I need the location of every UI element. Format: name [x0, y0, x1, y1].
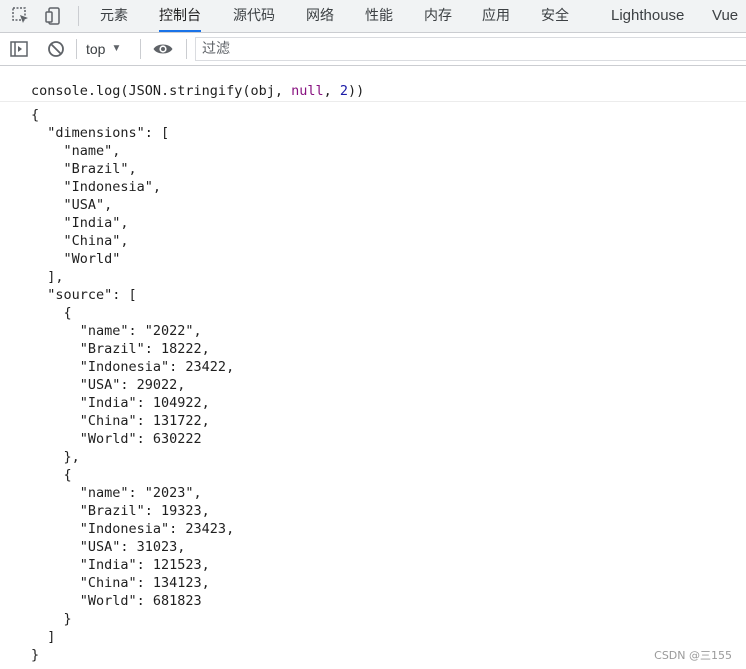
show-sidebar-icon[interactable]: [8, 38, 30, 60]
output-line: "India",: [31, 215, 129, 231]
output-line: "World": 681823: [31, 593, 202, 609]
output-line: },: [31, 449, 80, 465]
tab-network[interactable]: 网络: [306, 0, 334, 32]
context-selector-value: top: [86, 41, 106, 57]
command-null-keyword: null: [291, 83, 324, 99]
tab-console[interactable]: 控制台: [159, 0, 201, 32]
tab-security[interactable]: 安全: [541, 0, 569, 32]
output-line: {: [31, 107, 40, 123]
chevron-down-icon: ▼: [111, 43, 122, 54]
console-output[interactable]: console.log(JSON.stringify(obj, null, 2)…: [0, 66, 746, 669]
output-line: "Indonesia": 23423,: [31, 521, 235, 537]
watermark: CSDN @三155: [654, 649, 732, 662]
filter-box: [195, 37, 746, 61]
output-line: "USA": 31023,: [31, 539, 186, 555]
tab-elements[interactable]: 元素: [100, 0, 128, 32]
output-line: "name": "2023",: [31, 485, 202, 501]
command-prefix: console.log(JSON.stringify(obj,: [31, 83, 292, 99]
command-comma: ,: [323, 83, 340, 99]
output-line: "China": 134123,: [31, 575, 210, 591]
output-line: "name": "2022",: [31, 323, 202, 339]
tab-vue[interactable]: Vue: [712, 0, 738, 32]
console-toolbar: top ▼: [0, 33, 746, 66]
tab-performance[interactable]: 性能: [365, 0, 393, 32]
output-line: ]: [31, 629, 56, 645]
command-suffix: )): [348, 83, 365, 99]
toolbar-separator: [76, 39, 77, 59]
output-line: "USA",: [31, 197, 113, 213]
console-command-text: console.log(JSON.stringify(obj, null, 2)…: [31, 82, 364, 100]
output-line: "Indonesia": 23422,: [31, 359, 235, 375]
console-command-entry: console.log(JSON.stringify(obj, null, 2)…: [0, 80, 746, 102]
output-line: }: [31, 647, 40, 663]
output-line: "name",: [31, 143, 121, 159]
output-line: }: [31, 611, 72, 627]
console-log-output: { "dimensions": [ "name", "Brazil", "Ind…: [31, 106, 234, 664]
tab-application[interactable]: 应用: [482, 0, 510, 32]
live-expression-eye-icon[interactable]: [152, 38, 174, 60]
output-line: "India": 104922,: [31, 395, 210, 411]
tab-memory[interactable]: 内存: [424, 0, 452, 32]
output-line: "Indonesia",: [31, 179, 162, 195]
output-line: "Brazil": 18222,: [31, 341, 210, 357]
context-selector[interactable]: top ▼: [86, 38, 121, 60]
command-indent-number: 2: [339, 83, 349, 99]
output-line: "China",: [31, 233, 129, 249]
toolbar-separator: [140, 39, 141, 59]
tab-sources[interactable]: 源代码: [233, 0, 275, 32]
output-line: {: [31, 467, 72, 483]
devtools-tab-bar: 元素 控制台 源代码 网络 性能 内存 应用 安全 Lighthouse Vue: [0, 0, 746, 33]
device-toolbar-icon[interactable]: [43, 5, 65, 27]
tab-lighthouse[interactable]: Lighthouse: [611, 0, 684, 32]
toolbar-separator: [186, 39, 187, 59]
output-line: "China": 131722,: [31, 413, 210, 429]
output-line: "dimensions": [: [31, 125, 170, 141]
output-line: "India": 121523,: [31, 557, 210, 573]
inspect-element-icon[interactable]: [10, 5, 32, 27]
clear-console-icon[interactable]: [45, 38, 67, 60]
output-line: "World": 630222: [31, 431, 202, 447]
output-line: "World": [31, 251, 121, 267]
filter-input[interactable]: [196, 38, 746, 60]
output-line: "source": [: [31, 287, 137, 303]
output-line: "Brazil",: [31, 161, 137, 177]
output-line: ],: [31, 269, 64, 285]
output-line: "USA": 29022,: [31, 377, 186, 393]
output-line: {: [31, 305, 72, 321]
output-line: "Brazil": 19323,: [31, 503, 210, 519]
tab-separator: [78, 6, 79, 26]
